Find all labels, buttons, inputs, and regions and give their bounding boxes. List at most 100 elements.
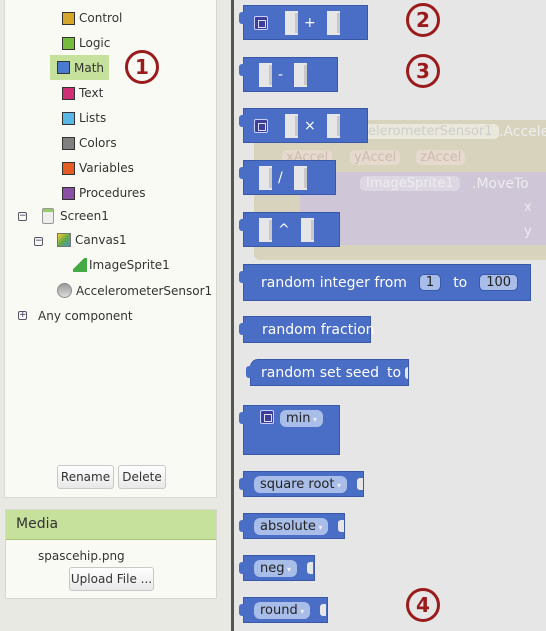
collapse-canvas1-icon[interactable]: − [34, 237, 43, 246]
category-label: Lists [79, 111, 107, 125]
category-label: Procedures [79, 186, 146, 200]
media-title: Media [6, 510, 216, 540]
category-control[interactable]: Control [62, 10, 122, 26]
category-label: Logic [79, 36, 111, 50]
category-label: Text [79, 86, 104, 100]
category-label: Variables [79, 161, 134, 175]
category-colors[interactable]: Colors [62, 135, 117, 151]
math-add-block[interactable]: + [239, 5, 368, 40]
tree-canvas1[interactable]: Canvas1 [57, 233, 127, 247]
block-label: random set seed [261, 364, 380, 381]
mutator-icon[interactable] [254, 118, 268, 133]
annotation-3: 3 [406, 54, 440, 88]
category-color-icon [62, 11, 75, 25]
math-subtract-block[interactable]: - [239, 57, 338, 92]
function-dropdown[interactable]: round [254, 601, 311, 619]
category-text[interactable]: Text [62, 85, 103, 101]
to-value[interactable]: 100 [479, 274, 519, 291]
math-divide-block[interactable]: / [239, 160, 336, 195]
input-socket [289, 62, 308, 87]
round-block[interactable]: round [239, 597, 328, 623]
blocks-workspace[interactable]: AccelerometerSensor1 .Accele xAccel yAcc… [234, 0, 546, 631]
category-color-icon [62, 86, 75, 100]
function-dropdown[interactable]: absolute [254, 517, 329, 535]
category-label: Colors [79, 136, 117, 150]
block-label: to [453, 274, 468, 291]
operator: - [278, 66, 284, 83]
bg-call-component: ImageSprite1 [360, 176, 460, 191]
media-panel: Media spascehip.png Upload File ... [5, 509, 217, 599]
operator: × [304, 117, 316, 134]
mutator-icon[interactable] [254, 15, 268, 30]
expand-any-icon[interactable]: + [18, 311, 27, 320]
neg-block[interactable]: neg [239, 555, 315, 581]
function-dropdown[interactable]: square root [254, 475, 348, 493]
category-lists[interactable]: Lists [62, 110, 106, 126]
sprite-icon [73, 258, 87, 272]
tree-label: Screen1 [60, 209, 109, 223]
tree-label: AccelerometerSensor1 [76, 283, 213, 298]
category-logic[interactable]: Logic [62, 35, 110, 51]
tree-screen1[interactable]: Screen1 [42, 208, 109, 224]
tree-label: Canvas1 [75, 233, 127, 247]
input-socket [321, 10, 340, 35]
upload-file-button[interactable]: Upload File ... [69, 567, 154, 591]
category-procedures[interactable]: Procedures [62, 185, 146, 201]
min-dropdown[interactable]: min [280, 410, 324, 427]
category-label: Math [74, 60, 105, 75]
tree-label: ImageSprite1 [89, 258, 170, 272]
square-root-block[interactable]: square root [239, 471, 364, 497]
input-socket [295, 217, 314, 242]
random-integer-block[interactable]: random integer from 1 to 100 [239, 264, 531, 301]
input-socket [254, 217, 272, 242]
input-socket [254, 62, 272, 87]
input-socket [321, 113, 340, 138]
operator: ^ [278, 221, 290, 238]
rename-button[interactable]: Rename [57, 465, 114, 489]
tree-imagesprite1[interactable]: ImageSprite1 [73, 258, 170, 272]
category-variables[interactable]: Variables [62, 160, 134, 176]
input-socket [405, 366, 408, 379]
function-dropdown[interactable]: neg [254, 559, 298, 577]
bg-event-name: .Accele [499, 124, 546, 140]
math-power-block[interactable]: ^ [239, 212, 340, 247]
annotation-1: 1 [125, 50, 159, 84]
random-set-seed-block[interactable]: random set seed to [246, 359, 409, 386]
math-min-block[interactable]: min [239, 405, 340, 455]
operator: + [304, 14, 316, 31]
canvas-icon [57, 233, 71, 247]
annotation-2: 2 [406, 3, 440, 37]
mutator-icon[interactable] [260, 410, 274, 424]
input-socket [320, 604, 327, 616]
operator: / [278, 169, 283, 186]
block-label: random integer from [261, 274, 407, 291]
category-math[interactable]: Math [50, 55, 110, 80]
category-color-icon [57, 61, 70, 74]
annotation-4: 4 [406, 588, 440, 622]
bg-call-method: .MoveTo [472, 176, 529, 192]
category-color-icon [62, 36, 75, 50]
absolute-block[interactable]: absolute [239, 513, 345, 539]
from-value[interactable]: 1 [418, 274, 442, 291]
category-color-icon [62, 111, 75, 125]
media-file[interactable]: spascehip.png [38, 549, 125, 563]
delete-button[interactable]: Delete [118, 465, 166, 489]
input-socket [338, 520, 344, 532]
category-color-icon [62, 186, 75, 200]
math-multiply-block[interactable]: × [239, 108, 368, 143]
category-label: Control [79, 11, 123, 25]
input-socket [357, 478, 363, 490]
bg-param: yAccel [350, 150, 401, 165]
random-fraction-block[interactable]: random fraction [239, 316, 375, 343]
bg-param: zAccel [416, 150, 466, 165]
screen-icon [42, 208, 54, 224]
input-socket [280, 113, 298, 138]
tree-label: Any component [38, 309, 133, 323]
tree-accelerometer[interactable]: AccelerometerSensor1 [57, 283, 212, 298]
category-color-icon [62, 136, 75, 150]
block-label: to [387, 364, 402, 381]
tree-any-component[interactable]: Any component [38, 309, 133, 323]
collapse-screen1-icon[interactable]: − [18, 212, 27, 221]
sensor-icon [57, 283, 72, 298]
input-socket [280, 10, 298, 35]
